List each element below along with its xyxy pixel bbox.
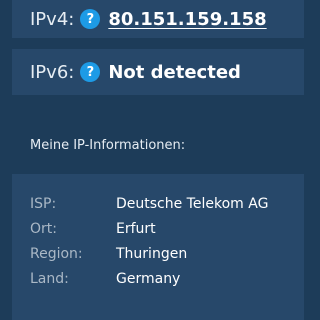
ipv6-status: Not detected (108, 61, 241, 83)
info-value: Germany (116, 270, 181, 287)
ip-info-header: Meine IP-Informationen: (12, 127, 304, 165)
help-icon[interactable]: ? (80, 62, 101, 82)
ipv4-row: IPv4: ? 80.151.159.158 (12, 0, 304, 38)
info-row-city: Ort: Erfurt (30, 216, 268, 241)
info-key: Land: (30, 270, 69, 287)
info-row-region: Region: Thuringen (30, 241, 268, 266)
help-icon[interactable]: ? (80, 9, 101, 29)
info-value: Thuringen (116, 245, 188, 262)
info-key: Region: (30, 245, 83, 262)
ipv6-label: IPv6: (30, 61, 75, 83)
info-key: Ort: (30, 220, 57, 237)
ipv4-address-link[interactable]: 80.151.159.158 (108, 9, 266, 30)
ipv4-label: IPv4: (30, 8, 75, 30)
info-row-isp: ISP: Deutsche Telekom AG (30, 191, 268, 216)
ipv6-row: IPv6: ? Not detected (12, 49, 304, 95)
info-value: Erfurt (116, 220, 156, 237)
ip-info-panel: ISP: Deutsche Telekom AG Ort: Erfurt Reg… (12, 174, 304, 320)
info-value: Deutsche Telekom AG (116, 195, 269, 212)
info-key: ISP: (30, 195, 57, 212)
ip-info-title: Meine IP-Informationen: (30, 138, 186, 153)
info-row-country: Land: Germany (30, 266, 268, 291)
ip-info-table: ISP: Deutsche Telekom AG Ort: Erfurt Reg… (30, 191, 268, 291)
